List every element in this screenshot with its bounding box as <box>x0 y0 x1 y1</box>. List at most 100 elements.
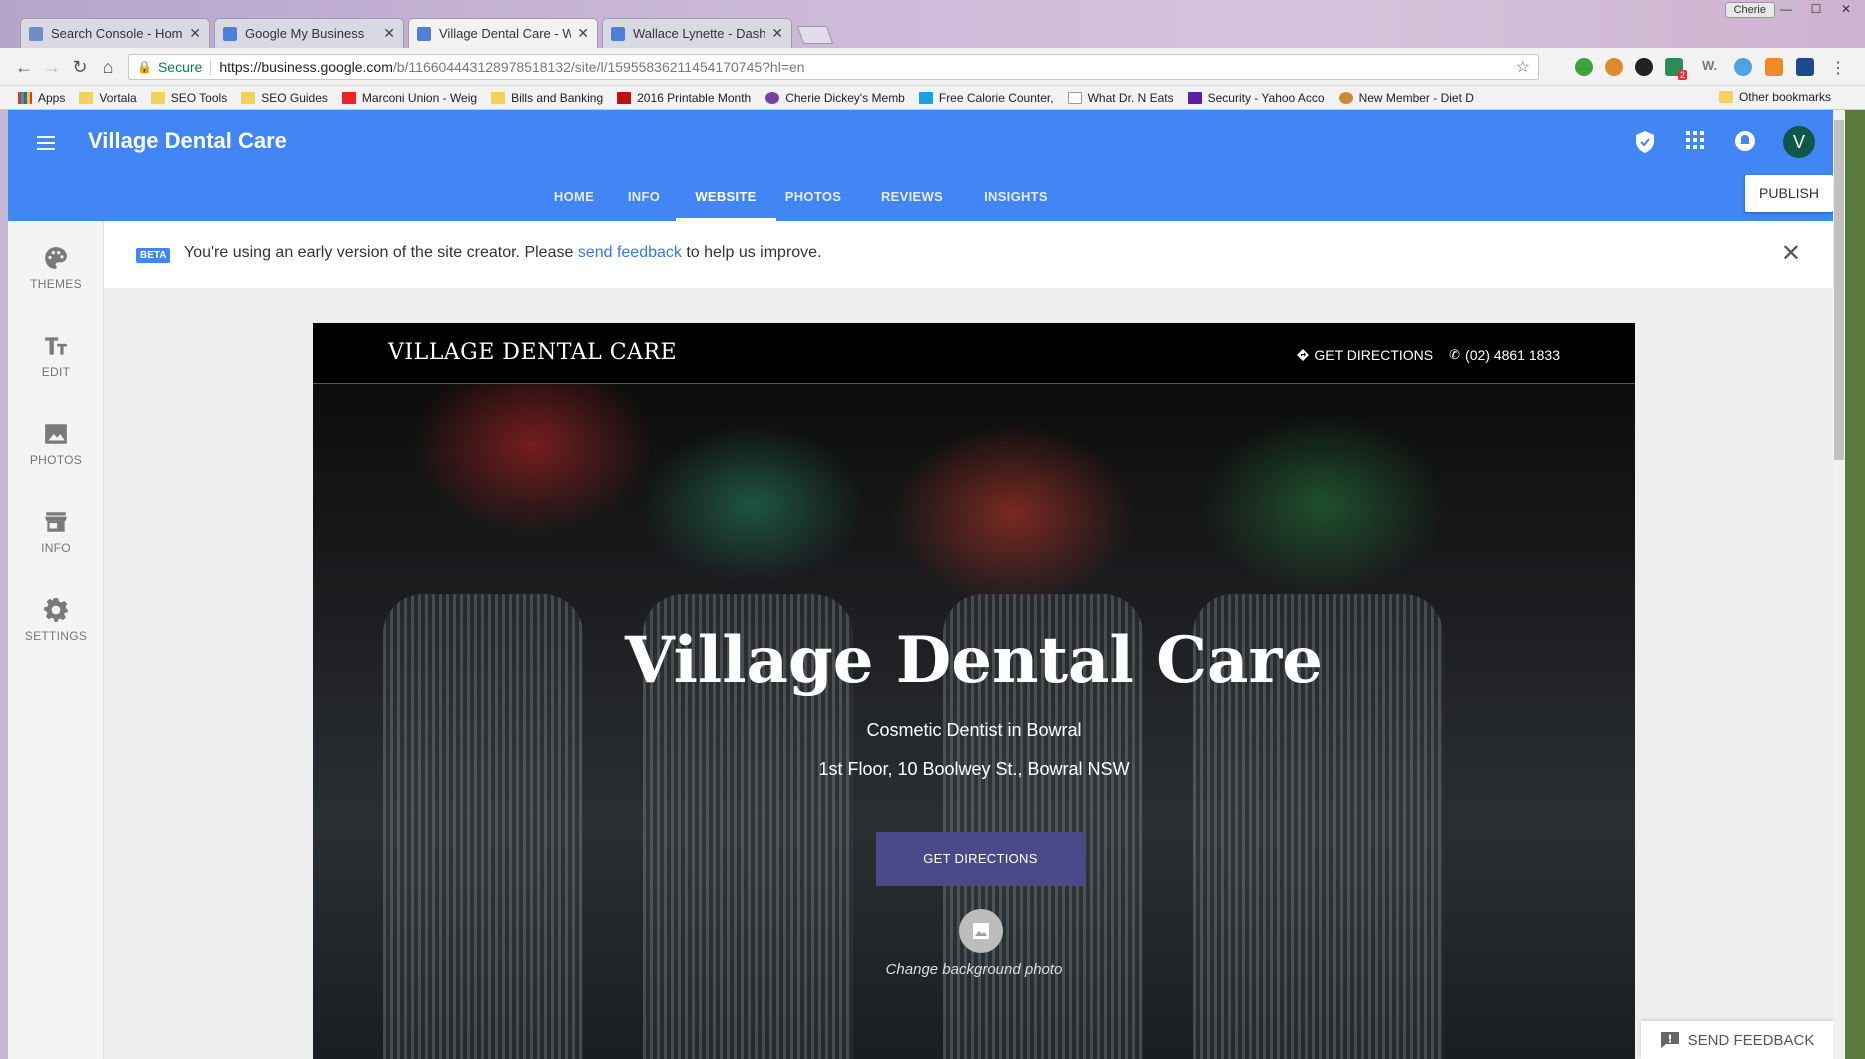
website-preview: VILLAGE DENTAL CARE GET DIRECTIONS ✆ (02… <box>313 323 1635 1059</box>
scrollbar-thumb[interactable] <box>1834 120 1844 460</box>
bookmark-link[interactable]: Cherie Dickey's Memb <box>765 91 905 105</box>
bookmark-link[interactable]: What Dr. N Eats <box>1067 91 1174 105</box>
extension-blue-icon[interactable] <box>1734 58 1752 76</box>
image-icon <box>45 424 67 444</box>
bookmark-label: SEO Guides <box>261 90 328 105</box>
directions-icon <box>1297 349 1310 361</box>
tab-home[interactable]: HOME <box>552 187 596 221</box>
chrome-menu-icon[interactable]: ⋮ <box>1830 58 1848 77</box>
site-header: VILLAGE DENTAL CARE GET DIRECTIONS ✆ (02… <box>313 323 1635 384</box>
profile-badge[interactable]: Cherie <box>1724 2 1775 18</box>
tab-photos[interactable]: PHOTOS <box>778 187 848 221</box>
calendar-icon <box>617 91 632 104</box>
bookmark-link[interactable]: Marconi Union - Weig <box>341 90 478 105</box>
home-icon[interactable]: ⌂ <box>98 57 118 77</box>
avatar[interactable]: V <box>1783 126 1815 158</box>
apps-grid-icon[interactable] <box>1683 130 1707 154</box>
bookmark-folder[interactable]: SEO Guides <box>241 91 328 105</box>
shield-check-icon[interactable] <box>1633 130 1657 154</box>
reload-icon[interactable]: ↻ <box>70 57 90 77</box>
bookmark-folder[interactable]: Vortala <box>79 91 137 105</box>
bookmark-folder[interactable]: Bills and Banking <box>491 91 603 105</box>
extension-badge-icon[interactable]: 2 <box>1665 58 1687 80</box>
hamburger-menu-icon[interactable] <box>34 132 58 156</box>
bookmark-label: Marconi Union - Weig <box>361 90 478 105</box>
hero-address[interactable]: 1st Floor, 10 Boolwey St., Bowral NSW <box>313 759 1635 780</box>
hero-subtitle[interactable]: Cosmetic Dentist in Bowral <box>313 720 1635 741</box>
change-background-photo-label[interactable]: Change background photo <box>313 961 1635 978</box>
bookmark-folder[interactable]: SEO Tools <box>150 91 227 105</box>
sidebar-item-edit[interactable]: EDIT <box>8 333 104 403</box>
beta-text-before: You're using an early version of the sit… <box>184 244 578 261</box>
bookmark-star-icon[interactable]: ☆ <box>1516 57 1530 77</box>
close-icon[interactable]: ✕ <box>1781 239 1801 268</box>
new-tab-button[interactable] <box>796 26 834 44</box>
extension-w-icon[interactable]: W. <box>1702 58 1720 76</box>
top-icons: V <box>1633 126 1815 158</box>
bookmark-link[interactable]: 2016 Printable Month <box>617 91 751 105</box>
tab-info[interactable]: INFO <box>622 187 666 221</box>
sidebar-item-info[interactable]: INFO <box>8 509 104 579</box>
tab-website[interactable]: WEBSITE <box>676 187 776 221</box>
send-feedback-link[interactable]: send feedback <box>578 244 682 261</box>
get-directions-link[interactable]: GET DIRECTIONS <box>1297 347 1433 363</box>
bookmark-label: New Member - Diet D <box>1358 90 1474 105</box>
hero-title[interactable]: Village Dental Care <box>313 623 1635 698</box>
site-header-links: GET DIRECTIONS ✆ (02) 4861 1833 <box>1297 347 1560 363</box>
close-icon[interactable]: ✕ <box>383 25 395 42</box>
sidebar-item-photos[interactable]: PHOTOS <box>8 421 104 491</box>
phone-link[interactable]: ✆ (02) 4861 1833 <box>1449 347 1560 363</box>
bookmarks-bar: Apps Vortala SEO Tools SEO Guides Marcon… <box>0 86 1865 110</box>
notifications-icon[interactable] <box>1733 130 1757 154</box>
extension-chart-icon[interactable] <box>1765 58 1783 76</box>
other-bookmarks[interactable]: Other bookmarks <box>1718 90 1831 104</box>
scrollbar[interactable] <box>1833 110 1845 1059</box>
maximize-icon[interactable]: ☐ <box>1803 2 1829 18</box>
sidebar-item-label: SETTINGS <box>24 629 88 643</box>
back-arrow-icon[interactable]: ← <box>14 57 34 77</box>
close-icon[interactable]: ✕ <box>189 25 201 42</box>
folder-icon <box>150 91 165 104</box>
close-icon[interactable]: ✕ <box>771 25 783 42</box>
diet-icon <box>1338 91 1353 104</box>
site-logo[interactable]: VILLAGE DENTAL CARE <box>388 340 677 365</box>
sidebar-item-label: PHOTOS <box>29 453 83 467</box>
browser-tab-search-console[interactable]: Search Console - Home ✕ <box>20 18 210 48</box>
tab-label: Search Console - Home <box>51 26 184 41</box>
browser-tab-wallace-lynette[interactable]: Wallace Lynette - Dashb ✕ <box>602 18 792 48</box>
close-window-icon[interactable]: ✕ <box>1833 2 1859 18</box>
close-icon[interactable]: ✕ <box>577 25 589 42</box>
extension-100-icon[interactable] <box>1796 58 1814 76</box>
text-format-icon <box>45 337 67 355</box>
browser-tab-my-business[interactable]: Google My Business ✕ <box>214 18 404 48</box>
bookmark-link[interactable]: Free Calorie Counter, <box>918 91 1054 105</box>
browser-tab-village-dental[interactable]: Village Dental Care - We ✕ <box>408 18 598 48</box>
publish-button[interactable]: PUBLISH <box>1745 175 1833 212</box>
minimize-icon[interactable]: — <box>1773 2 1799 18</box>
bookmark-apps[interactable]: Apps <box>18 91 65 105</box>
bookmark-label: Cherie Dickey's Memb <box>785 90 905 105</box>
bookmark-link[interactable]: New Member - Diet D <box>1338 90 1474 105</box>
phone-number: (02) 4861 1833 <box>1465 347 1560 363</box>
sidebar-item-settings[interactable]: SETTINGS <box>8 597 104 667</box>
address-bar[interactable]: 🔒 Secure https://business.google.com/b/1… <box>128 54 1539 80</box>
tab-reviews[interactable]: REVIEWS <box>874 187 950 221</box>
get-directions-button[interactable]: GET DIRECTIONS <box>876 832 1085 886</box>
bookmark-label: Apps <box>38 90 66 105</box>
tab-insights[interactable]: INSIGHTS <box>974 187 1058 221</box>
bookmark-link[interactable]: Security - Yahoo Acco <box>1187 91 1325 105</box>
sidebar-item-themes[interactable]: THEMES <box>8 245 104 315</box>
member-icon <box>765 91 780 104</box>
send-feedback-button[interactable]: SEND FEEDBACK <box>1641 1021 1833 1059</box>
extension-sun-icon[interactable] <box>1605 58 1623 76</box>
extension-green-icon[interactable] <box>1575 58 1593 76</box>
extension-evernote-icon[interactable] <box>1635 58 1653 76</box>
store-icon <box>45 512 67 532</box>
forward-arrow-icon[interactable]: → <box>42 57 62 77</box>
image-icon <box>973 923 989 939</box>
bookmark-label: Other bookmarks <box>1738 90 1831 104</box>
search-console-favicon-icon <box>29 26 43 41</box>
secure-label: Secure <box>157 59 203 75</box>
change-photo-button[interactable] <box>959 909 1003 953</box>
send-feedback-label: SEND FEEDBACK <box>1687 1031 1815 1049</box>
